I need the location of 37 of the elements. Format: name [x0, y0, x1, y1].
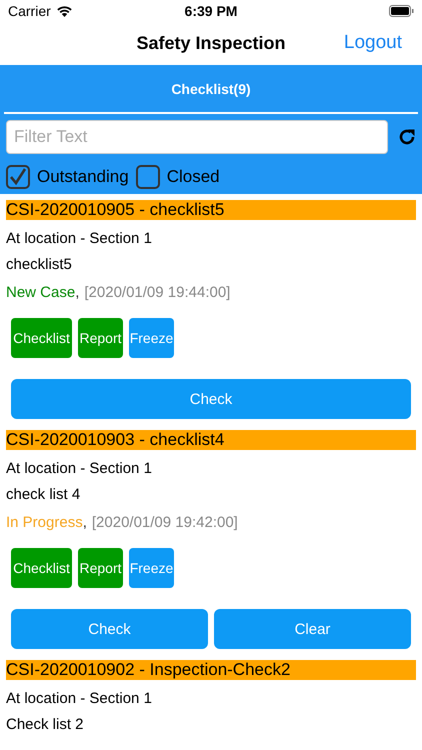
case-name: Check list 2 [6, 715, 85, 735]
wifi-icon [56, 5, 73, 17]
checkbox-label: Closed [166, 167, 220, 187]
checkbox[interactable] [6, 165, 30, 189]
case-timestamp: [2020/01/09 19:44:00] [84, 283, 230, 303]
comma: , [82, 513, 87, 533]
case-button[interactable]: Report [78, 318, 123, 358]
case-location: At location - Section 1 [6, 229, 153, 249]
case-button[interactable]: Report [78, 548, 123, 588]
case-header: CSI-2020010902 - Inspection-Check2 [6, 660, 416, 680]
case-button[interactable]: Checklist [11, 548, 72, 588]
case-name: check list 4 [6, 485, 82, 505]
refresh-icon[interactable] [398, 128, 416, 146]
case-header: CSI-2020010905 - checklist5 [6, 200, 416, 220]
tab[interactable]: Checklist(9) [4, 65, 418, 114]
comma: , [75, 283, 80, 303]
case-header: CSI-2020010903 - checklist4 [6, 430, 416, 450]
battery-icon [389, 5, 414, 17]
case-location: At location - Section 1 [6, 689, 153, 709]
check-button[interactable]: Check [11, 379, 411, 419]
case-location: At location - Section 1 [6, 459, 153, 479]
case-timestamp: [2020/01/09 19:42:00] [92, 513, 238, 533]
clear-button[interactable]: Clear [214, 609, 411, 649]
filter-field[interactable]: Filter Text [6, 120, 388, 154]
case-status: New Case [6, 283, 76, 303]
case-status: In Progress [6, 513, 83, 533]
carrier-label: Carrier [8, 3, 51, 19]
case-button[interactable]: Freeze [129, 318, 174, 358]
case-name: checklist5 [6, 255, 73, 275]
checkbox-label: Outstanding [37, 167, 129, 187]
case-button[interactable]: Checklist [11, 318, 72, 358]
checkbox[interactable] [136, 165, 160, 189]
logout-button[interactable]: Logout [344, 32, 402, 54]
clock-time: 6:39 PM [184, 3, 238, 19]
check-button[interactable]: Check [11, 609, 208, 649]
page-title: Safety Inspection [136, 33, 286, 54]
case-button[interactable]: Freeze [129, 548, 174, 588]
